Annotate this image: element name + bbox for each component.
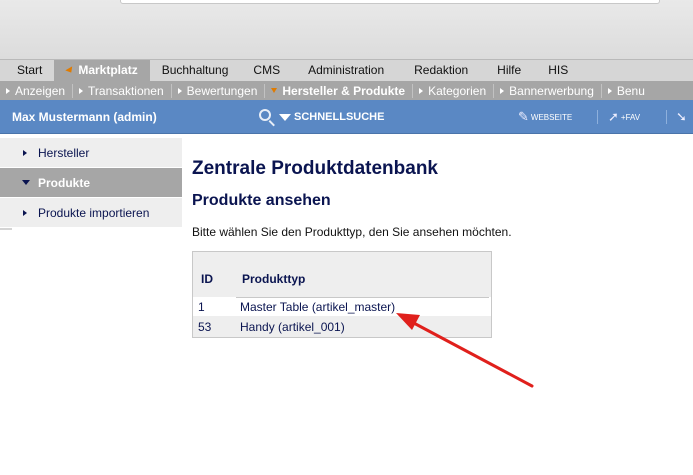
- tab-label: CMS: [253, 63, 281, 77]
- chevron-right-icon: [79, 87, 84, 94]
- tab-label: Marktplatz: [78, 63, 138, 77]
- tab-his[interactable]: HIS: [535, 60, 581, 81]
- sidebar-item-label: Produkte: [38, 175, 91, 190]
- chevron-right-icon: [607, 87, 612, 94]
- tab-label: Start: [17, 63, 43, 77]
- subnav-hersteller-produkte[interactable]: Hersteller & Produkte: [265, 83, 414, 98]
- subnav-benutzer[interactable]: Benu: [602, 84, 652, 98]
- search-icon: [258, 108, 276, 127]
- sidebar-item-label: Produkte importieren: [38, 205, 150, 220]
- tab-label: Administration: [308, 63, 385, 77]
- subnav-label: Bannerwerbung: [509, 83, 594, 98]
- add-favorite-link[interactable]: ➚ +FAV: [608, 109, 641, 124]
- active-marker-icon: [271, 88, 278, 93]
- main-tab-bar: Start Marktplatz Buchhaltung CMS Adminis…: [0, 60, 693, 81]
- chevron-down-icon: [22, 180, 30, 185]
- row-type-link[interactable]: Handy (artikel_001): [240, 320, 345, 334]
- subnav-label: Transaktionen: [88, 83, 164, 98]
- chevron-right-icon: [500, 87, 505, 94]
- tab-start[interactable]: Start: [0, 60, 54, 81]
- tab-redaktion[interactable]: Redaktion: [399, 60, 483, 81]
- column-header-id: ID: [201, 272, 213, 286]
- tab-cms[interactable]: CMS: [240, 60, 293, 81]
- tab-hilfe[interactable]: Hilfe: [483, 60, 535, 81]
- subnav-bannerwerbung[interactable]: Bannerwerbung: [494, 83, 602, 98]
- website-label: WEBSEITE: [530, 112, 573, 122]
- row-id: 53: [198, 320, 212, 334]
- subnav-label: Benu: [616, 83, 645, 98]
- column-header-produkttyp: Produkttyp: [242, 272, 306, 286]
- subnav-kategorien[interactable]: Kategorien: [413, 83, 495, 98]
- subnav-label: Kategorien: [428, 83, 487, 98]
- sidebar-item-label: Hersteller: [38, 145, 90, 160]
- pin-icon: ➚: [608, 109, 619, 124]
- website-icon: ✎: [518, 109, 529, 124]
- address-bar[interactable]: [120, 0, 660, 4]
- table-row[interactable]: 53 Handy (artikel_001): [193, 317, 491, 336]
- username: Max Mustermann (admin): [12, 110, 157, 124]
- tab-label: Redaktion: [414, 63, 469, 77]
- sidebar-item-produkte-importieren[interactable]: Produkte importieren: [0, 198, 182, 228]
- product-type-table: ID Produkttyp 1 Master Table (artikel_ma…: [192, 251, 492, 338]
- tab-label: HIS: [548, 63, 569, 77]
- tab-buchhaltung[interactable]: Buchhaltung: [150, 60, 241, 81]
- chevron-right-icon: [419, 87, 424, 94]
- more-link[interactable]: ➘: [676, 109, 689, 124]
- subnav-label: Anzeigen: [15, 83, 66, 98]
- website-link[interactable]: ✎ WEBSEITE: [518, 109, 573, 124]
- quicksearch-label: SCHNELLSUCHE: [294, 111, 385, 123]
- subnav-label: Bewertungen: [186, 83, 258, 98]
- row-id: 1: [198, 300, 205, 314]
- subnav-label: Hersteller & Produkte: [282, 83, 406, 98]
- chevron-right-icon: [6, 87, 10, 94]
- subnav-anzeigen[interactable]: Anzeigen: [0, 83, 74, 98]
- chevron-right-icon: [23, 209, 27, 216]
- browser-chrome: [0, 0, 693, 60]
- sub-navigation: Anzeigen Transaktionen Bewertungen Herst…: [0, 81, 693, 100]
- page-subtitle: Produkte ansehen: [192, 192, 331, 209]
- tab-marktplatz[interactable]: Marktplatz: [54, 60, 150, 81]
- tab-label: Hilfe: [497, 63, 522, 77]
- subnav-bewertungen[interactable]: Bewertungen: [172, 83, 266, 98]
- quicksearch-button[interactable]: SCHNELLSUCHE: [258, 107, 384, 127]
- sidebar-item-produkte[interactable]: Produkte: [0, 168, 182, 198]
- divider: [666, 110, 667, 124]
- tab-administration[interactable]: Administration: [293, 60, 399, 81]
- chevron-down-icon: [279, 113, 291, 121]
- page-title: Zentrale Produktdatenbank: [192, 158, 438, 179]
- active-marker-icon: [65, 66, 76, 75]
- fav-label: +FAV: [620, 112, 641, 122]
- sidebar-item-hersteller[interactable]: Hersteller: [0, 138, 182, 168]
- intro-text: Bitte wählen Sie den Produkttyp, den Sie…: [192, 225, 512, 239]
- chevron-right-icon: [177, 87, 182, 94]
- tab-label: Buchhaltung: [161, 63, 229, 77]
- subnav-transaktionen[interactable]: Transaktionen: [73, 83, 172, 98]
- browser-toolbar: [0, 0, 693, 6]
- divider: [597, 110, 598, 124]
- table-row[interactable]: 1 Master Table (artikel_master): [193, 297, 491, 316]
- user-bar: Max Mustermann (admin) SCHNELLSUCHE ✎ WE…: [0, 100, 693, 134]
- sidebar: Hersteller Produkte Produkte importieren: [0, 138, 182, 230]
- arrow-icon: ➘: [676, 109, 687, 124]
- row-type-link[interactable]: Master Table (artikel_master): [240, 300, 395, 314]
- chevron-right-icon: [23, 149, 27, 156]
